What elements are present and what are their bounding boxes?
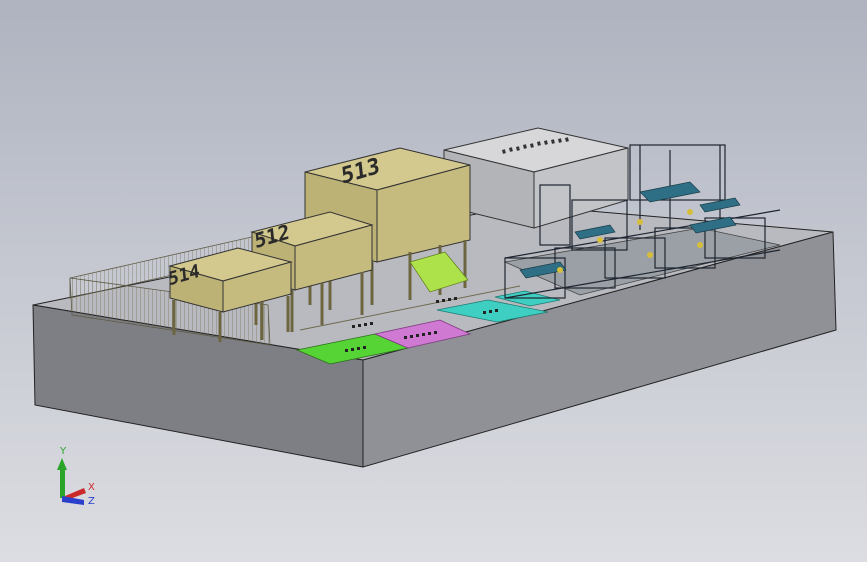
triad-z-label: Z — [88, 496, 95, 507]
y-axis-arrow — [57, 458, 67, 470]
coordinate-triad: Y X Z — [48, 440, 108, 510]
cad-viewport[interactable]: 513 512 514 Y X Z — [0, 0, 867, 562]
triad-y-label: Y — [59, 446, 67, 457]
factory-layout-model[interactable]: 513 512 514 — [0, 0, 867, 562]
triad-x-label: X — [88, 482, 95, 493]
